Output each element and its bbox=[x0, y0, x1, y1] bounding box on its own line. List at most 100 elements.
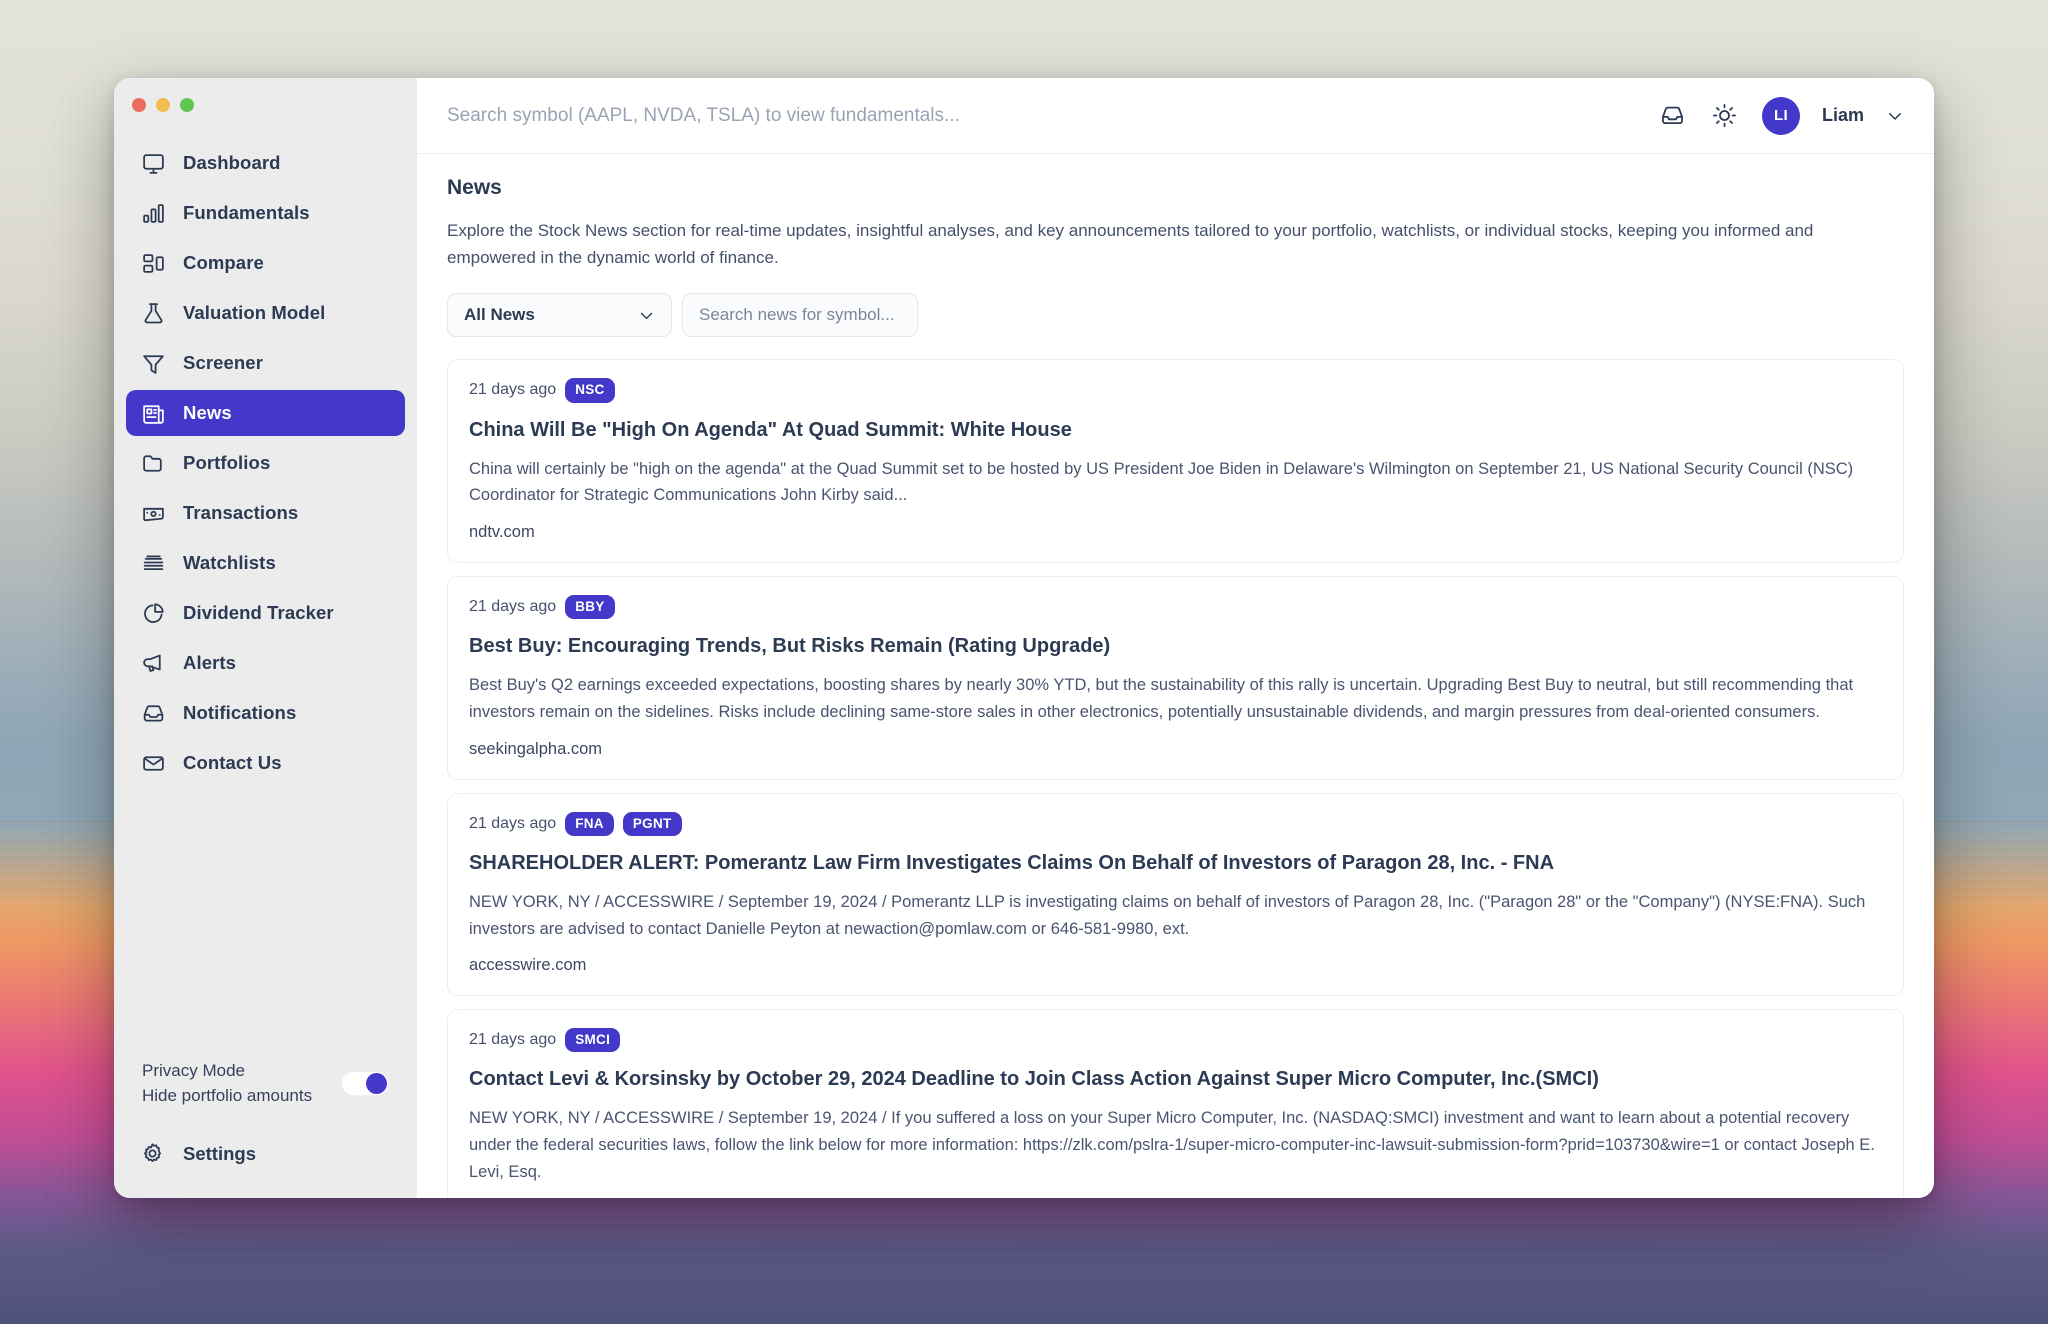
sidebar-item-compare[interactable]: Compare bbox=[126, 240, 405, 286]
close-window-button[interactable] bbox=[132, 98, 146, 112]
news-card-title[interactable]: Best Buy: Encouraging Trends, But Risks … bbox=[469, 633, 1882, 659]
privacy-mode-toggle[interactable] bbox=[341, 1071, 389, 1096]
news-page-content: News Explore the Stock News section for … bbox=[417, 154, 1934, 1198]
sun-icon[interactable] bbox=[1710, 101, 1740, 131]
sidebar: Dashboard Fundamentals Compare Valuation… bbox=[114, 78, 417, 1198]
news-card-title[interactable]: Contact Levi & Korsinsky by October 29, … bbox=[469, 1066, 1882, 1092]
ticker-badge[interactable]: PGNT bbox=[622, 811, 682, 836]
minimize-window-button[interactable] bbox=[156, 98, 170, 112]
news-card-meta: 21 days ago NSC bbox=[469, 378, 1882, 403]
page-title: News bbox=[447, 176, 502, 199]
sidebar-item-label: News bbox=[183, 402, 232, 423]
sidebar-item-watchlists[interactable]: Watchlists bbox=[126, 540, 405, 586]
top-bar: LI Liam bbox=[417, 78, 1934, 154]
news-card[interactable]: 21 days ago SMCI Contact Levi & Korsinsk… bbox=[447, 1009, 1904, 1198]
news-card-time: 21 days ago bbox=[469, 814, 557, 832]
sidebar-item-dashboard[interactable]: Dashboard bbox=[126, 140, 405, 186]
news-card-title[interactable]: China Will Be "High On Agenda" At Quad S… bbox=[469, 417, 1882, 443]
sidebar-item-dividend-tracker[interactable]: Dividend Tracker bbox=[126, 590, 405, 636]
bar-chart-icon bbox=[140, 200, 166, 226]
sidebar-item-label: Fundamentals bbox=[183, 202, 310, 223]
sidebar-item-label: Compare bbox=[183, 252, 264, 273]
news-card-time: 21 days ago bbox=[469, 1031, 557, 1049]
sidebar-item-settings[interactable]: Settings bbox=[126, 1132, 405, 1176]
sidebar-item-label: Screener bbox=[183, 352, 263, 373]
sidebar-item-label: Contact Us bbox=[183, 752, 282, 773]
news-filter-select-wrap: All News bbox=[447, 293, 672, 338]
top-bar-actions: LI Liam bbox=[1658, 96, 1904, 135]
inbox-icon[interactable] bbox=[1658, 101, 1688, 131]
chevron-down-icon[interactable] bbox=[1886, 107, 1904, 125]
ticker-badge[interactable]: SMCI bbox=[565, 1028, 621, 1053]
page-description: Explore the Stock News section for real-… bbox=[447, 221, 1814, 268]
window-traffic-lights bbox=[114, 78, 417, 124]
news-card-time: 21 days ago bbox=[469, 381, 557, 399]
news-card[interactable]: 21 days ago BBY Best Buy: Encouraging Tr… bbox=[447, 576, 1904, 780]
privacy-mode-title: Privacy Mode bbox=[142, 1061, 245, 1080]
sidebar-item-label: Valuation Model bbox=[183, 302, 326, 323]
news-card-description: Best Buy's Q2 earnings exceeded expectat… bbox=[469, 676, 1854, 721]
sidebar-item-screener[interactable]: Screener bbox=[126, 340, 405, 386]
sidebar-item-notifications[interactable]: Notifications bbox=[126, 690, 405, 736]
sidebar-item-label: Transactions bbox=[183, 502, 299, 523]
news-card-description: NEW YORK, NY / ACCESSWIRE / September 19… bbox=[469, 1109, 1875, 1181]
sidebar-item-label: Notifications bbox=[183, 702, 297, 723]
news-card-description: NEW YORK, NY / ACCESSWIRE / September 19… bbox=[469, 892, 1866, 938]
privacy-mode-row: Privacy Mode Hide portfolio amounts bbox=[126, 1061, 405, 1106]
pie-chart-icon bbox=[140, 600, 166, 626]
news-filters: All News bbox=[447, 293, 1904, 338]
sidebar-item-contact-us[interactable]: Contact Us bbox=[126, 740, 405, 786]
sidebar-item-valuation-model[interactable]: Valuation Model bbox=[126, 290, 405, 336]
privacy-mode-texts: Privacy Mode Hide portfolio amounts bbox=[142, 1061, 312, 1106]
news-card-source[interactable]: ndtv.com bbox=[469, 523, 1882, 542]
news-card-meta: 21 days ago BBY bbox=[469, 595, 1882, 620]
news-card-source[interactable]: accesswire.com bbox=[469, 956, 1882, 975]
news-filter-select[interactable]: All News bbox=[447, 293, 672, 338]
news-card-time: 21 days ago bbox=[469, 598, 557, 616]
sidebar-item-alerts[interactable]: Alerts bbox=[126, 640, 405, 686]
sidebar-item-fundamentals[interactable]: Fundamentals bbox=[126, 190, 405, 236]
sidebar-item-transactions[interactable]: Transactions bbox=[126, 490, 405, 536]
main-area: LI Liam News Explore the Stock News sect… bbox=[417, 78, 1934, 1198]
news-list: 21 days ago NSC China Will Be "High On A… bbox=[447, 359, 1904, 1198]
news-card-source[interactable]: seekingalpha.com bbox=[469, 740, 1882, 759]
banknote-icon bbox=[140, 500, 166, 526]
flask-icon bbox=[140, 300, 166, 326]
sidebar-item-label: Portfolios bbox=[183, 452, 271, 473]
news-card-title[interactable]: SHAREHOLDER ALERT: Pomerantz Law Firm In… bbox=[469, 850, 1882, 876]
sidebar-item-label: Dashboard bbox=[183, 152, 281, 173]
news-card-description: China will certainly be "high on the age… bbox=[469, 459, 1854, 505]
inbox-icon bbox=[140, 700, 166, 726]
news-card[interactable]: 21 days ago NSC China Will Be "High On A… bbox=[447, 359, 1904, 563]
settings-label: Settings bbox=[183, 1143, 256, 1164]
newspaper-icon bbox=[140, 400, 166, 426]
news-card-meta: 21 days ago SMCI bbox=[469, 1028, 1882, 1053]
news-search-input[interactable] bbox=[682, 293, 918, 338]
chevron-down-icon bbox=[638, 307, 655, 324]
avatar[interactable]: LI bbox=[1761, 96, 1800, 135]
privacy-mode-subtitle: Hide portfolio amounts bbox=[142, 1086, 313, 1105]
funnel-icon bbox=[140, 350, 166, 376]
maximize-window-button[interactable] bbox=[180, 98, 194, 112]
ticker-badge[interactable]: FNA bbox=[565, 811, 614, 836]
app-window: Dashboard Fundamentals Compare Valuation… bbox=[114, 78, 1934, 1198]
folder-icon bbox=[140, 450, 166, 476]
sidebar-item-portfolios[interactable]: Portfolios bbox=[126, 440, 405, 486]
sidebar-footer: Privacy Mode Hide portfolio amounts Sett… bbox=[114, 1061, 417, 1198]
sidebar-item-label: Watchlists bbox=[183, 552, 276, 573]
ticker-badge[interactable]: NSC bbox=[565, 378, 615, 403]
symbol-search-input[interactable] bbox=[447, 104, 1658, 127]
list-icon bbox=[140, 550, 166, 576]
sidebar-item-label: Alerts bbox=[183, 652, 237, 673]
news-card[interactable]: 21 days ago FNA PGNT SHAREHOLDER ALERT: … bbox=[447, 792, 1904, 997]
toggle-knob bbox=[366, 1073, 387, 1094]
ticker-badge[interactable]: BBY bbox=[565, 595, 615, 620]
monitor-icon bbox=[140, 150, 166, 176]
username-label[interactable]: Liam bbox=[1822, 105, 1864, 126]
news-filter-selected-label: All News bbox=[464, 305, 535, 325]
sidebar-item-news[interactable]: News bbox=[126, 390, 405, 436]
sidebar-item-label: Dividend Tracker bbox=[183, 602, 334, 623]
sidebar-nav: Dashboard Fundamentals Compare Valuation… bbox=[114, 140, 417, 1061]
news-card-meta: 21 days ago FNA PGNT bbox=[469, 811, 1882, 836]
gear-icon bbox=[140, 1141, 166, 1167]
